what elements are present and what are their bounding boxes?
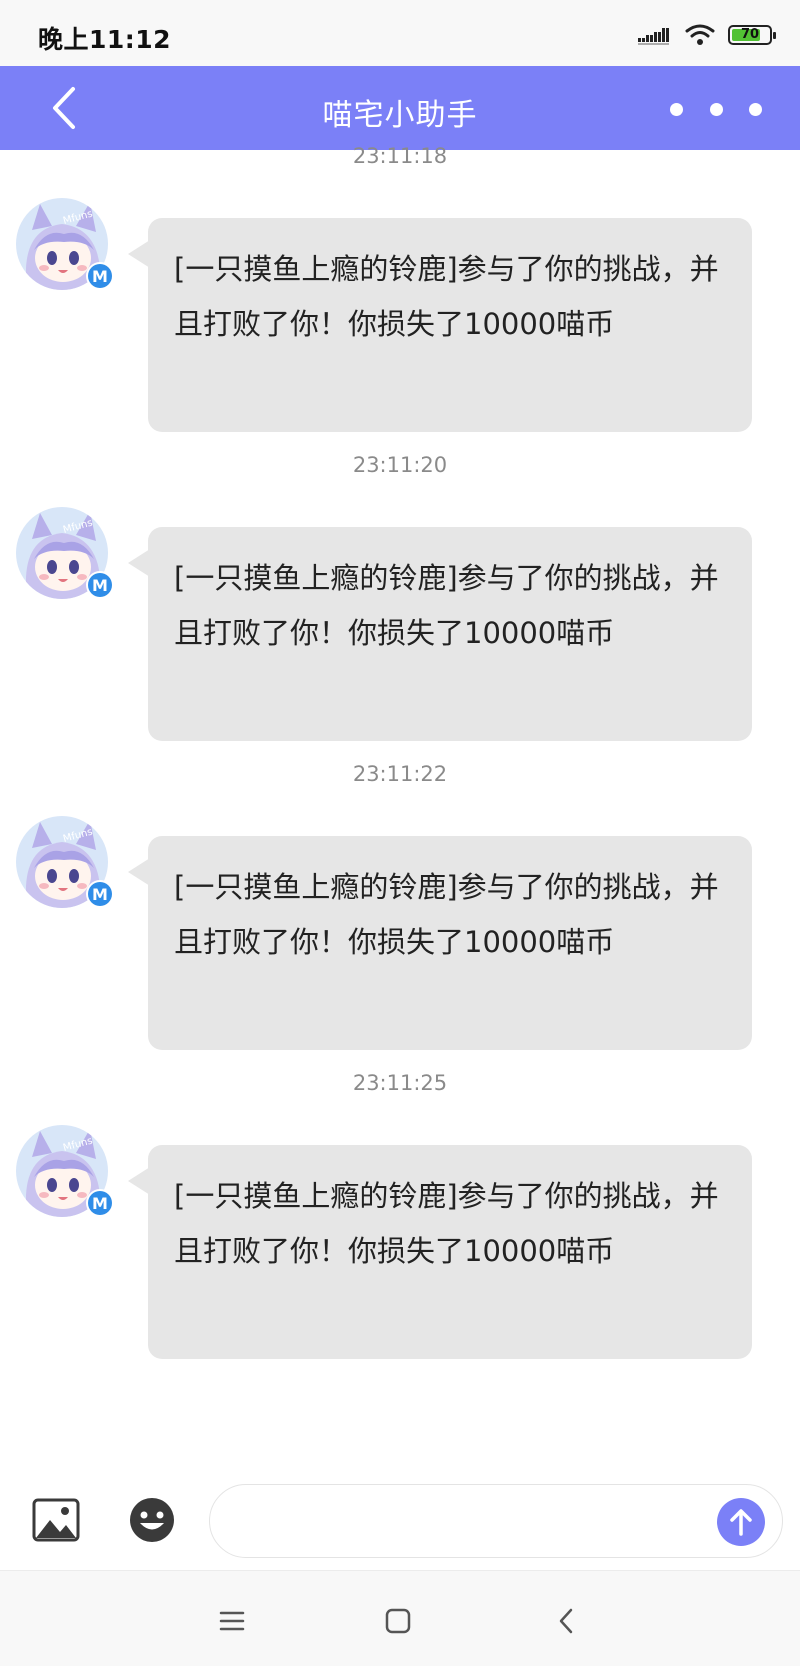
more-options-button[interactable] [670,94,762,124]
more-dot-3 [749,102,762,116]
message-bubble[interactable]: [一只摸鱼上瘾的铃鹿]参与了你的挑战，并且打败了你！你损失了10000喵币 [128,218,752,432]
svg-text:M: M [92,885,108,904]
svg-text:M: M [92,267,108,286]
message-item: 23:11:20 Mfuns M [一只摸鱼上瘾的铃鹿]参与了你的挑战，并且打败… [0,453,800,743]
message-text: [一只摸鱼上瘾的铃鹿]参与了你的挑战，并且打败了你！你损失了10000喵币 [174,561,719,650]
message-list[interactable]: 23:11:18 Mfuns M [一只摸鱼上瘾的铃鹿]参与了你的挑战，并且打败… [0,144,800,1480]
message-timestamp: 23:11:22 [352,762,448,786]
nav-back-button[interactable] [546,1601,586,1641]
more-dots-icon [670,102,683,116]
battery-level: 70 [740,27,760,42]
nav-menu-button[interactable] [212,1601,252,1641]
status-time: 晚上11:12 [38,25,172,54]
message-item: 23:11:18 Mfuns M [一只摸鱼上瘾的铃鹿]参与了你的挑战，并且打败… [0,144,800,434]
send-button[interactable] [717,1498,765,1546]
battery-icon: 70 [728,25,776,45]
message-bubble[interactable]: [一只摸鱼上瘾的铃鹿]参与了你的挑战，并且打败了你！你损失了10000喵币 [128,1145,752,1359]
message-text: [一只摸鱼上瘾的铃鹿]参与了你的挑战，并且打败了你！你损失了10000喵币 [174,870,719,959]
wifi-icon [685,24,715,45]
signal-icon [638,28,669,45]
message-bubble[interactable]: [一只摸鱼上瘾的铃鹿]参与了你的挑战，并且打败了你！你损失了10000喵币 [128,527,752,741]
message-text: [一只摸鱼上瘾的铃鹿]参与了你的挑战，并且打败了你！你损失了10000喵币 [174,1179,719,1268]
back-icon [559,1608,573,1634]
nav-home-button[interactable] [378,1601,418,1641]
menu-icon [219,1611,245,1631]
more-dot-2 [709,102,723,116]
avatar[interactable]: Mfuns M [16,816,116,916]
message-text: [一只摸鱼上瘾的铃鹿]参与了你的挑战，并且打败了你！你损失了10000喵币 [174,252,719,341]
svg-text:M: M [92,1194,108,1213]
input-bar [0,1470,800,1570]
message-timestamp: 23:11:25 [352,1071,448,1095]
avatar[interactable]: Mfuns M [16,1125,116,1225]
message-item: 23:11:22 Mfuns M [一只摸鱼上瘾的铃鹿]参与了你的挑战，并且打败… [0,762,800,1052]
message-timestamp: 23:11:20 [352,453,448,477]
emoji-icon[interactable] [128,1496,176,1544]
status-icons: 70 [638,20,776,50]
chat-header: 喵宅小助手 [0,66,800,150]
status-bar: 晚上11:12 70 [0,0,800,66]
send-arrow-icon [730,1509,752,1536]
image-icon[interactable] [32,1498,80,1542]
avatar[interactable]: Mfuns M [16,507,116,607]
message-item: 23:11:25 Mfuns M [一只摸鱼上瘾的铃鹿]参与了你的挑战，并且打败… [0,1071,800,1361]
system-nav-bar [0,1570,800,1666]
message-timestamp: 23:11:18 [352,144,448,168]
message-input[interactable] [209,1484,783,1558]
message-bubble[interactable]: [一只摸鱼上瘾的铃鹿]参与了你的挑战，并且打败了你！你损失了10000喵币 [128,836,752,1050]
home-icon [385,1608,411,1634]
svg-text:M: M [92,576,108,595]
avatar[interactable]: Mfuns M [16,198,116,298]
